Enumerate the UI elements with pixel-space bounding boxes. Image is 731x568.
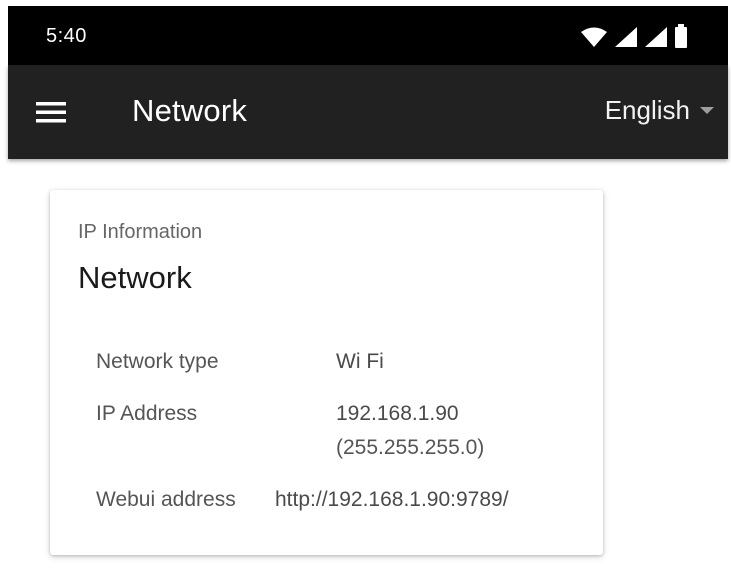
card-title: Network [78,260,192,295]
status-time: 5:40 [46,25,87,47]
wifi-icon [580,26,608,48]
signal-icon [614,26,638,48]
subnet-mask-value: (255.255.255.0) [336,436,485,459]
chevron-down-icon [700,106,714,115]
app-screen: 5:40 Network English IP Information Netw… [0,0,731,568]
language-selected-value: English [604,95,690,125]
menu-icon[interactable] [34,98,70,126]
signal-icon [644,26,668,48]
webui-address-value[interactable]: http://192.168.1.90:9789/ [275,488,509,512]
ip-information-card: IP Information Network Network type Wi F… [50,190,603,555]
ip-address-value: 192.168.1.90 [336,402,459,425]
network-type-value: Wi Fi [336,350,384,373]
status-bar: 5:40 [8,6,728,65]
network-type-label: Network type [96,350,219,373]
ip-address-label: IP Address [96,402,198,425]
page-title: Network [132,93,248,128]
webui-address-label: Webui address [96,488,236,511]
battery-icon [674,24,688,48]
status-icons [580,24,688,48]
language-select[interactable]: English [605,95,714,126]
app-bar: Network English [8,65,728,159]
card-overline: IP Information [78,221,203,243]
